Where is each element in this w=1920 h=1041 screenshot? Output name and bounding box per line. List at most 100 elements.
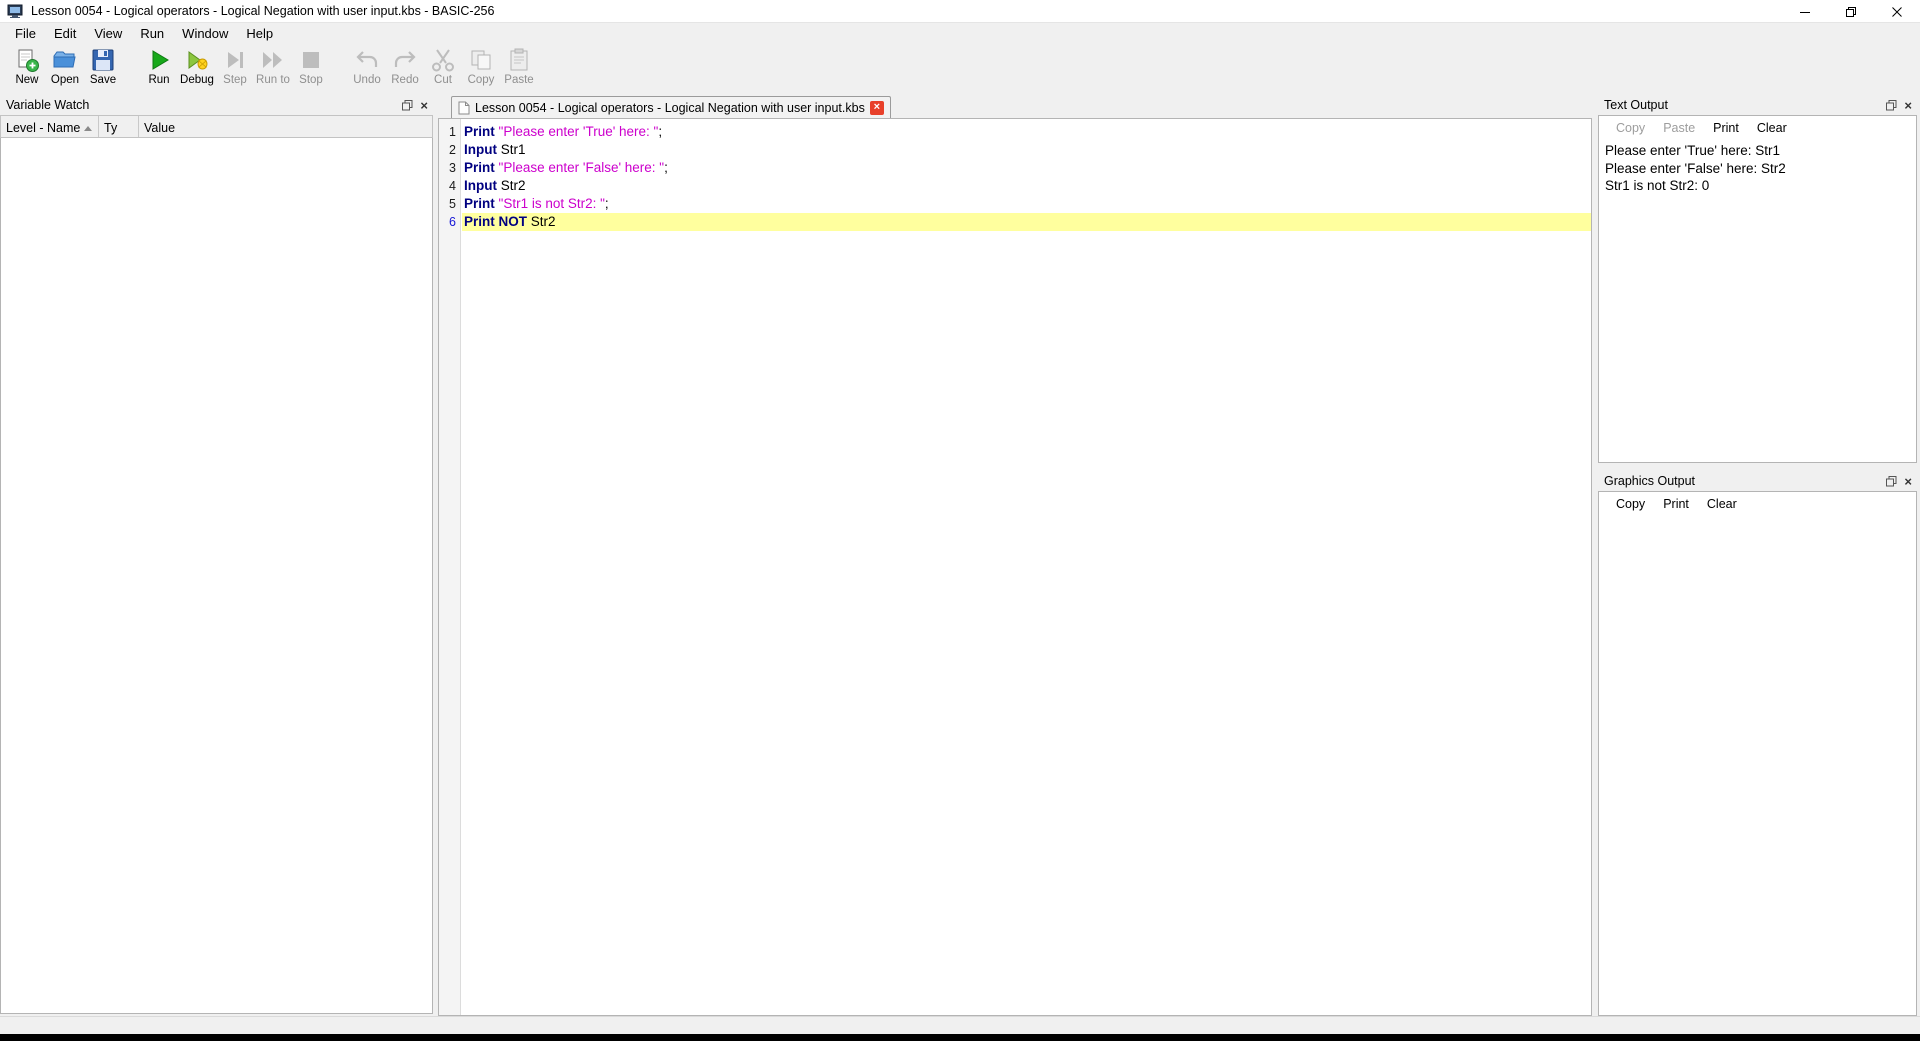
toolbar-button-label: Cut bbox=[434, 74, 452, 86]
line-number: 6 bbox=[439, 213, 462, 231]
toolbar-run-button[interactable]: Run bbox=[140, 47, 178, 86]
toolbar-open-button[interactable]: Open bbox=[46, 47, 84, 86]
text-output-lines: Please enter 'True' here: Str1Please ent… bbox=[1599, 140, 1916, 197]
column-header-value[interactable]: Value bbox=[139, 116, 432, 137]
toolbar-new-button[interactable]: New bbox=[8, 47, 46, 86]
float-panel-icon[interactable] bbox=[402, 100, 413, 111]
text-output-content: CopyPastePrintClear Please enter 'True' … bbox=[1598, 115, 1917, 463]
column-header-level-name[interactable]: Level - Name bbox=[1, 116, 99, 137]
close-icon[interactable] bbox=[1874, 0, 1920, 23]
line-number: 5 bbox=[439, 195, 462, 213]
open-folder-icon bbox=[52, 47, 78, 73]
toolbar-undo-button[interactable]: Undo bbox=[348, 47, 386, 86]
graphics-output-print-button[interactable]: Print bbox=[1654, 497, 1698, 511]
close-panel-icon[interactable]: × bbox=[1904, 476, 1912, 487]
toolbar-button-label: Paste bbox=[504, 74, 533, 86]
workspace: Variable Watch × Level - NameTyValue Les… bbox=[0, 95, 1920, 1016]
column-header-ty[interactable]: Ty bbox=[99, 116, 139, 137]
text-output-title: Text Output bbox=[1604, 98, 1668, 112]
toolbar-copy-button[interactable]: Copy bbox=[462, 47, 500, 86]
code-line-2[interactable]: 2Input Str1 bbox=[439, 141, 1591, 159]
code-line-text: Print "Please enter 'True' here: "; bbox=[462, 123, 1591, 141]
code-line-text: Print "Str1 is not Str2: "; bbox=[462, 195, 1591, 213]
text-output-line: Please enter 'False' here: Str2 bbox=[1605, 160, 1910, 178]
toolbar-cut-button[interactable]: Cut bbox=[424, 47, 462, 86]
variable-watch-panel: Variable Watch × Level - NameTyValue bbox=[0, 95, 433, 1014]
variable-watch-header: Variable Watch × bbox=[0, 95, 433, 115]
window-title: Lesson 0054 - Logical operators - Logica… bbox=[31, 4, 494, 18]
close-panel-icon[interactable]: × bbox=[1904, 100, 1912, 111]
code-area[interactable]: 1Print "Please enter 'True' here: ";2Inp… bbox=[438, 118, 1592, 1016]
undo-icon bbox=[354, 47, 380, 73]
minimize-icon[interactable] bbox=[1782, 0, 1828, 23]
editor-tab[interactable]: Lesson 0054 - Logical operators - Logica… bbox=[451, 96, 891, 118]
toolbar-save-button[interactable]: Save bbox=[84, 47, 122, 86]
code-editor-panel: Lesson 0054 - Logical operators - Logica… bbox=[438, 95, 1592, 1016]
cut-icon bbox=[430, 47, 456, 73]
menu-file[interactable]: File bbox=[6, 24, 45, 43]
text-output-clear-button[interactable]: Clear bbox=[1748, 121, 1796, 135]
variable-watch-title: Variable Watch bbox=[6, 98, 89, 112]
variable-watch-body[interactable] bbox=[0, 138, 433, 1014]
code-line-5[interactable]: 5Print "Str1 is not Str2: "; bbox=[439, 195, 1591, 213]
text-output-line: Please enter 'True' here: Str1 bbox=[1605, 142, 1910, 160]
toolbar-debug-button[interactable]: Debug bbox=[178, 47, 216, 86]
code-line-text: Print NOT Str2 bbox=[462, 213, 1591, 231]
status-bar bbox=[0, 1016, 1920, 1034]
graphics-output-clear-button[interactable]: Clear bbox=[1698, 497, 1746, 511]
menu-help[interactable]: Help bbox=[237, 24, 282, 43]
line-number: 1 bbox=[439, 123, 462, 141]
menu-bar: FileEditViewRunWindowHelp bbox=[0, 23, 1920, 44]
menu-run[interactable]: Run bbox=[131, 24, 173, 43]
toolbar-button-label: Redo bbox=[391, 74, 419, 86]
toolbar-button-label: Stop bbox=[299, 74, 323, 86]
line-number: 3 bbox=[439, 159, 462, 177]
toolbar-button-label: Run to bbox=[256, 74, 290, 86]
variable-watch-column-headers: Level - NameTyValue bbox=[0, 115, 433, 138]
sort-ascending-icon bbox=[84, 126, 92, 131]
restore-icon[interactable] bbox=[1828, 0, 1874, 23]
toolbar-run-to-button[interactable]: Run to bbox=[254, 47, 292, 86]
toolbar-button-label: Open bbox=[51, 74, 79, 86]
graphics-output-title: Graphics Output bbox=[1604, 474, 1695, 488]
text-output-copy-button[interactable]: Copy bbox=[1607, 121, 1654, 135]
text-output-line: Str1 is not Str2: 0 bbox=[1605, 177, 1910, 195]
toolbar-step-button[interactable]: Step bbox=[216, 47, 254, 86]
code-line-3[interactable]: 3Print "Please enter 'False' here: "; bbox=[439, 159, 1591, 177]
menu-view[interactable]: View bbox=[85, 24, 131, 43]
toolbar-stop-button[interactable]: Stop bbox=[292, 47, 330, 86]
toolbar-button-label: Undo bbox=[353, 74, 381, 86]
new-file-icon bbox=[14, 47, 40, 73]
code-line-text: Input Str2 bbox=[462, 177, 1591, 195]
menu-edit[interactable]: Edit bbox=[45, 24, 85, 43]
toolbar: New Open Save RunDebugStepRun to Stop Undo Red… bbox=[0, 44, 1920, 95]
float-panel-icon[interactable] bbox=[1886, 100, 1897, 111]
app-icon bbox=[7, 3, 23, 19]
toolbar-button-label: Debug bbox=[180, 74, 214, 86]
menu-window[interactable]: Window bbox=[173, 24, 237, 43]
text-output-print-button[interactable]: Print bbox=[1704, 121, 1748, 135]
editor-tab-bar: Lesson 0054 - Logical operators - Logica… bbox=[438, 95, 1592, 118]
copy-icon bbox=[468, 47, 494, 73]
graphics-output-content: CopyPrintClear bbox=[1598, 491, 1917, 1016]
tab-close-icon[interactable]: × bbox=[870, 101, 884, 115]
graphics-canvas[interactable] bbox=[1599, 516, 1916, 1015]
toolbar-button-label: New bbox=[15, 74, 38, 86]
code-line-4[interactable]: 4Input Str2 bbox=[439, 177, 1591, 195]
line-number: 2 bbox=[439, 141, 462, 159]
text-output-paste-button[interactable]: Paste bbox=[1654, 121, 1704, 135]
code-line-6[interactable]: 6Print NOT Str2 bbox=[439, 213, 1591, 231]
graphics-output-panel: Graphics Output × CopyPrintClear bbox=[1598, 471, 1917, 1016]
graphics-output-copy-button[interactable]: Copy bbox=[1607, 497, 1654, 511]
toolbar-button-label: Copy bbox=[468, 74, 495, 86]
code-line-1[interactable]: 1Print "Please enter 'True' here: "; bbox=[439, 123, 1591, 141]
close-panel-icon[interactable]: × bbox=[420, 100, 428, 111]
graphics-output-header: Graphics Output × bbox=[1598, 471, 1917, 491]
text-output-header: Text Output × bbox=[1598, 95, 1917, 115]
code-line-text: Input Str1 bbox=[462, 141, 1591, 159]
toolbar-paste-button[interactable]: Paste bbox=[500, 47, 538, 86]
window-controls bbox=[1782, 0, 1920, 23]
float-panel-icon[interactable] bbox=[1886, 476, 1897, 487]
toolbar-redo-button[interactable]: Redo bbox=[386, 47, 424, 86]
run-to-icon bbox=[260, 47, 286, 73]
